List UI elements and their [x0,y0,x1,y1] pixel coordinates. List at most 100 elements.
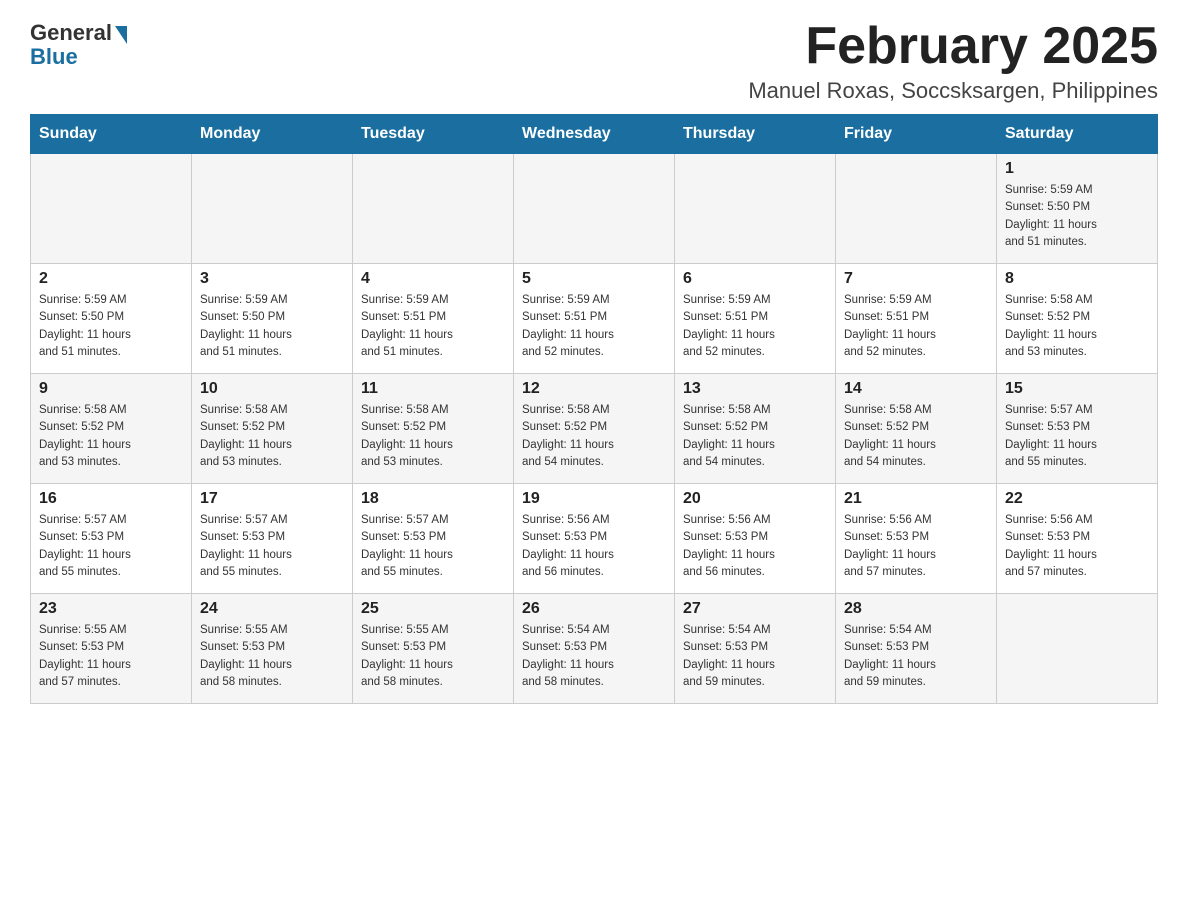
day-of-week-header: Friday [836,115,997,154]
day-sun-info: Sunrise: 5:58 AMSunset: 5:52 PMDaylight:… [39,402,183,471]
calendar-day-cell: 6 Sunrise: 5:59 AMSunset: 5:51 PMDaylight… [675,264,836,374]
calendar-day-cell: 25 Sunrise: 5:55 AMSunset: 5:53 PMDayligh… [353,594,514,704]
calendar-header-row: SundayMondayTuesdayWednesdayThursdayFrid… [31,115,1158,154]
day-sun-info: Sunrise: 5:58 AMSunset: 5:52 PMDaylight:… [522,402,666,471]
calendar-week-row: 23 Sunrise: 5:55 AMSunset: 5:53 PMDayligh… [31,594,1158,704]
calendar-day-cell: 28 Sunrise: 5:54 AMSunset: 5:53 PMDayligh… [836,594,997,704]
day-sun-info: Sunrise: 5:59 AMSunset: 5:50 PMDaylight:… [200,292,344,361]
day-number: 4 [361,270,505,288]
location-subtitle: Manuel Roxas, Soccsksargen, Philippines [748,78,1158,104]
day-number: 15 [1005,380,1149,398]
day-of-week-header: Thursday [675,115,836,154]
day-number: 11 [361,380,505,398]
day-sun-info: Sunrise: 5:58 AMSunset: 5:52 PMDaylight:… [361,402,505,471]
calendar-day-cell: 19 Sunrise: 5:56 AMSunset: 5:53 PMDayligh… [514,484,675,594]
calendar-day-cell: 15 Sunrise: 5:57 AMSunset: 5:53 PMDayligh… [997,374,1158,484]
calendar-day-cell: 27 Sunrise: 5:54 AMSunset: 5:53 PMDayligh… [675,594,836,704]
calendar-day-cell: 17 Sunrise: 5:57 AMSunset: 5:53 PMDayligh… [192,484,353,594]
day-sun-info: Sunrise: 5:56 AMSunset: 5:53 PMDaylight:… [1005,512,1149,581]
day-sun-info: Sunrise: 5:58 AMSunset: 5:52 PMDaylight:… [1005,292,1149,361]
calendar-day-cell [836,154,997,264]
day-number: 26 [522,600,666,618]
day-sun-info: Sunrise: 5:54 AMSunset: 5:53 PMDaylight:… [522,622,666,691]
calendar-day-cell: 2Sunrise: 5:59 AMSunset: 5:50 PMDaylight… [31,264,192,374]
day-number: 10 [200,380,344,398]
day-sun-info: Sunrise: 5:55 AMSunset: 5:53 PMDaylight:… [39,622,183,691]
day-sun-info: Sunrise: 5:55 AMSunset: 5:53 PMDaylight:… [361,622,505,691]
calendar-day-cell: 26 Sunrise: 5:54 AMSunset: 5:53 PMDayligh… [514,594,675,704]
day-number: 6 [683,270,827,288]
calendar-day-cell: 3 Sunrise: 5:59 AMSunset: 5:50 PMDaylight… [192,264,353,374]
day-number: 17 [200,490,344,508]
day-number: 28 [844,600,988,618]
calendar-week-row: 9 Sunrise: 5:58 AMSunset: 5:52 PMDaylight… [31,374,1158,484]
calendar-week-row: 1 Sunrise: 5:59 AMSunset: 5:50 PMDaylight… [31,154,1158,264]
calendar-day-cell: 4 Sunrise: 5:59 AMSunset: 5:51 PMDaylight… [353,264,514,374]
month-title: February 2025 [748,20,1158,72]
day-sun-info: Sunrise: 5:56 AMSunset: 5:53 PMDaylight:… [522,512,666,581]
logo-blue-text: Blue [30,44,78,70]
calendar-day-cell [31,154,192,264]
calendar-day-cell: 8Sunrise: 5:58 AMSunset: 5:52 PMDaylight… [997,264,1158,374]
calendar-day-cell [997,594,1158,704]
calendar-day-cell [675,154,836,264]
day-number: 2 [39,270,183,288]
day-number: 22 [1005,490,1149,508]
day-number: 20 [683,490,827,508]
day-sun-info: Sunrise: 5:57 AMSunset: 5:53 PMDaylight:… [39,512,183,581]
day-number: 5 [522,270,666,288]
day-sun-info: Sunrise: 5:58 AMSunset: 5:52 PMDaylight:… [844,402,988,471]
day-number: 21 [844,490,988,508]
calendar-day-cell: 18Sunrise: 5:57 AMSunset: 5:53 PMDayligh… [353,484,514,594]
day-sun-info: Sunrise: 5:57 AMSunset: 5:53 PMDaylight:… [200,512,344,581]
day-of-week-header: Tuesday [353,115,514,154]
calendar-day-cell [192,154,353,264]
day-number: 19 [522,490,666,508]
day-number: 24 [200,600,344,618]
calendar-day-cell: 1 Sunrise: 5:59 AMSunset: 5:50 PMDaylight… [997,154,1158,264]
day-sun-info: Sunrise: 5:59 AMSunset: 5:51 PMDaylight:… [361,292,505,361]
day-sun-info: Sunrise: 5:58 AMSunset: 5:52 PMDaylight:… [683,402,827,471]
calendar-day-cell: 20 Sunrise: 5:56 AMSunset: 5:53 PMDayligh… [675,484,836,594]
day-number: 13 [683,380,827,398]
day-sun-info: Sunrise: 5:58 AMSunset: 5:52 PMDaylight:… [200,402,344,471]
calendar-day-cell: 7Sunrise: 5:59 AMSunset: 5:51 PMDaylight… [836,264,997,374]
calendar-day-cell: 14 Sunrise: 5:58 AMSunset: 5:52 PMDayligh… [836,374,997,484]
day-of-week-header: Saturday [997,115,1158,154]
day-number: 1 [1005,160,1149,178]
day-sun-info: Sunrise: 5:54 AMSunset: 5:53 PMDaylight:… [683,622,827,691]
day-number: 3 [200,270,344,288]
day-sun-info: Sunrise: 5:56 AMSunset: 5:53 PMDaylight:… [844,512,988,581]
calendar-week-row: 2 Sunrise: 5:59 AMSunset: 5:50 PMDaylight… [31,264,1158,374]
day-sun-info: Sunrise: 5:57 AMSunset: 5:53 PMDaylight:… [1005,402,1149,471]
calendar-table: SundayMondayTuesdayWednesdayThursdayFrid… [30,114,1158,704]
day-sun-info: Sunrise: 5:59 AMSunset: 5:51 PMDaylight:… [844,292,988,361]
logo-arrow-icon [115,26,127,44]
day-number: 16 [39,490,183,508]
calendar-day-cell: 24 Sunrise: 5:55 AMSunset: 5:53 PMDayligh… [192,594,353,704]
day-number: 23 [39,600,183,618]
logo: General Blue [30,20,127,70]
calendar-day-cell: 10 Sunrise: 5:58 AMSunset: 5:52 PMDayligh… [192,374,353,484]
calendar-day-cell: 22 Sunrise: 5:56 AMSunset: 5:53 PMDayligh… [997,484,1158,594]
day-of-week-header: Sunday [31,115,192,154]
calendar-day-cell: 13 Sunrise: 5:58 AMSunset: 5:52 PMDayligh… [675,374,836,484]
day-sun-info: Sunrise: 5:59 AMSunset: 5:51 PMDaylight:… [522,292,666,361]
calendar-day-cell: 12 Sunrise: 5:58 AMSunset: 5:52 PMDayligh… [514,374,675,484]
day-of-week-header: Monday [192,115,353,154]
day-sun-info: Sunrise: 5:54 AMSunset: 5:53 PMDaylight:… [844,622,988,691]
day-sun-info: Sunrise: 5:57 AMSunset: 5:53 PMDaylight:… [361,512,505,581]
logo-general-text: General [30,20,112,46]
title-section: February 2025 Manuel Roxas, Soccsksargen… [748,20,1158,104]
day-number: 25 [361,600,505,618]
day-sun-info: Sunrise: 5:59 AMSunset: 5:51 PMDaylight:… [683,292,827,361]
calendar-day-cell: 9 Sunrise: 5:58 AMSunset: 5:52 PMDaylight… [31,374,192,484]
day-sun-info: Sunrise: 5:59 AMSunset: 5:50 PMDaylight:… [1005,182,1149,251]
day-sun-info: Sunrise: 5:55 AMSunset: 5:53 PMDaylight:… [200,622,344,691]
day-number: 27 [683,600,827,618]
day-number: 9 [39,380,183,398]
day-sun-info: Sunrise: 5:56 AMSunset: 5:53 PMDaylight:… [683,512,827,581]
day-number: 12 [522,380,666,398]
calendar-day-cell: 11 Sunrise: 5:58 AMSunset: 5:52 PMDayligh… [353,374,514,484]
day-number: 14 [844,380,988,398]
